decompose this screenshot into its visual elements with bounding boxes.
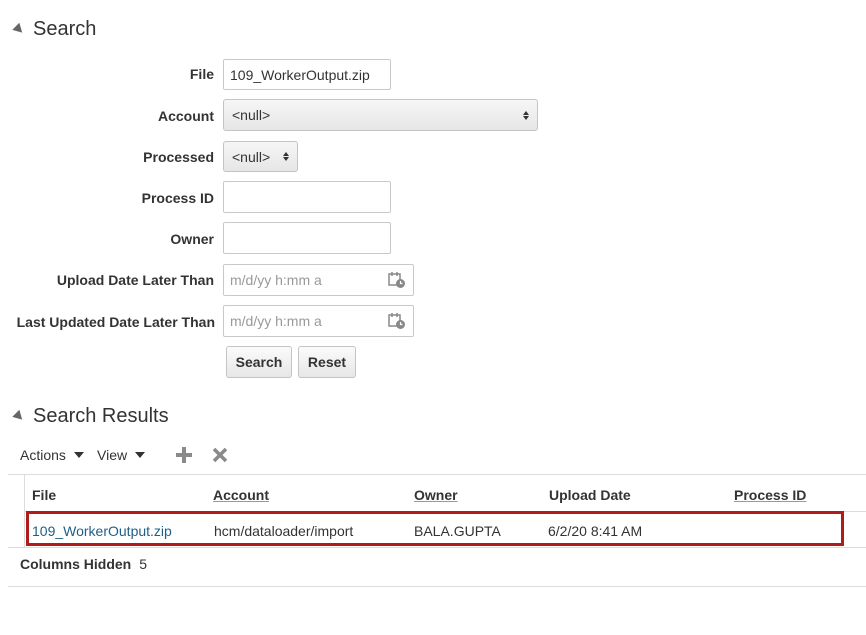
last-updated-placeholder: m/d/yy h:mm a xyxy=(230,313,322,329)
table-top-border xyxy=(8,474,866,475)
column-header-process-id[interactable]: Process ID xyxy=(734,487,806,503)
processed-select-value: <null> xyxy=(232,148,271,165)
owner-input[interactable] xyxy=(223,222,391,254)
actions-menu-label: Actions xyxy=(20,447,66,463)
column-header-file[interactable]: File xyxy=(32,487,56,503)
upload-date-input[interactable]: m/d/yy h:mm a xyxy=(223,264,414,296)
search-results-title: Search Results xyxy=(33,404,169,427)
row-account: hcm/dataloader/import xyxy=(214,523,354,539)
view-menu-label: View xyxy=(97,447,128,463)
table-bottom-border xyxy=(8,547,866,548)
delete-icon[interactable] xyxy=(211,446,229,464)
account-select[interactable]: <null> xyxy=(223,99,538,131)
columns-hidden-count: 5 xyxy=(139,556,148,572)
file-input[interactable]: 109_WorkerOutput.zip xyxy=(223,59,391,90)
search-button[interactable]: Search xyxy=(226,346,292,378)
last-updated-label: Last Updated Date Later Than xyxy=(16,314,215,330)
reset-button[interactable]: Reset xyxy=(298,346,356,378)
row-file-link[interactable]: 109_WorkerOutput.zip xyxy=(32,523,172,539)
footer-divider xyxy=(8,586,866,587)
row-upload-date: 6/2/20 8:41 AM xyxy=(548,523,643,539)
file-label: File xyxy=(189,66,214,82)
dropdown-caret-icon xyxy=(73,452,84,458)
search-section-header[interactable]: Search xyxy=(12,16,97,42)
process-id-label: Process ID xyxy=(141,190,214,206)
search-section-title: Search xyxy=(33,17,97,40)
view-menu[interactable]: View xyxy=(97,446,146,464)
file-input-value: 109_WorkerOutput.zip xyxy=(230,66,370,83)
owner-label: Owner xyxy=(170,231,214,247)
processed-label: Processed xyxy=(143,149,214,165)
calendar-clock-icon[interactable] xyxy=(387,311,407,331)
upload-date-placeholder: m/d/yy h:mm a xyxy=(230,272,322,288)
calendar-clock-icon[interactable] xyxy=(387,270,407,290)
row-owner: BALA.GUPTA xyxy=(414,523,501,539)
account-select-value: <null> xyxy=(232,107,271,123)
disclosure-triangle-icon[interactable] xyxy=(12,22,26,36)
actions-menu[interactable]: Actions xyxy=(20,446,84,464)
column-header-upload-date[interactable]: Upload Date xyxy=(549,487,631,503)
processed-select[interactable]: <null> xyxy=(223,141,298,172)
search-results-header[interactable]: Search Results xyxy=(12,403,169,429)
disclosure-triangle-icon[interactable] xyxy=(12,409,26,423)
dropdown-caret-icon xyxy=(135,452,146,458)
account-label: Account xyxy=(158,108,214,124)
columns-hidden-label: Columns Hidden xyxy=(20,556,132,572)
select-arrows-icon xyxy=(283,152,289,161)
column-header-owner[interactable]: Owner xyxy=(414,487,458,503)
add-icon[interactable] xyxy=(175,446,193,464)
process-id-input[interactable] xyxy=(223,181,391,213)
columns-hidden-status: Columns Hidden 5 xyxy=(20,556,147,572)
upload-date-label: Upload Date Later Than xyxy=(56,272,214,288)
last-updated-input[interactable]: m/d/yy h:mm a xyxy=(223,305,414,337)
select-arrows-icon xyxy=(523,110,529,120)
column-header-account[interactable]: Account xyxy=(213,487,269,503)
